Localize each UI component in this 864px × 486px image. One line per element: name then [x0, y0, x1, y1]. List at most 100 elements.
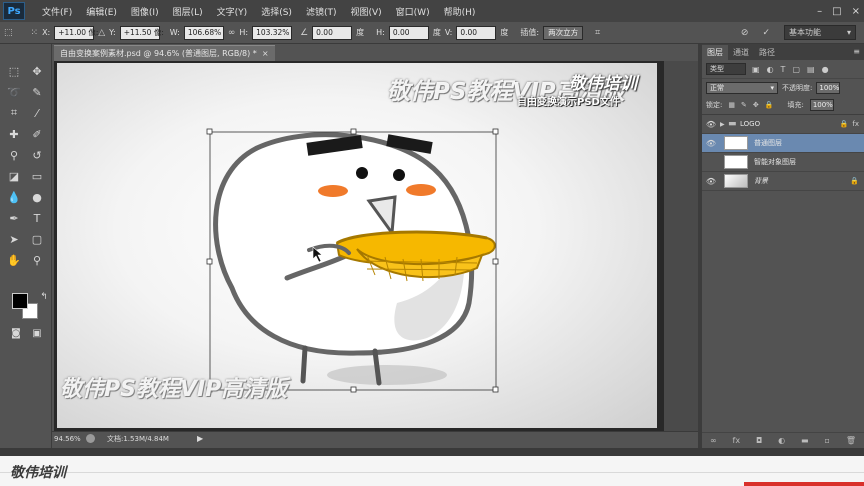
tab-channels[interactable]: 通道 — [728, 45, 754, 60]
blur-tool-icon[interactable]: 💧 — [4, 188, 24, 206]
layer-background[interactable]: 👁 背景 🔒 — [702, 172, 864, 191]
menu-filter[interactable]: 滤镜(T) — [299, 5, 344, 18]
visibility-eye-icon[interactable]: 👁 — [702, 139, 720, 148]
eyedropper-tool-icon[interactable]: ⁄ — [27, 104, 47, 122]
new-group-icon[interactable]: ▬ — [801, 436, 809, 445]
vskew-input[interactable]: 0.00 — [456, 25, 497, 40]
commit-transform-icon[interactable]: ✓ — [762, 28, 770, 38]
add-mask-icon[interactable]: ◘ — [756, 436, 762, 445]
menu-select[interactable]: 选择(S) — [254, 5, 299, 18]
foreground-color-swatch[interactable] — [12, 293, 28, 309]
link-layers-icon[interactable]: ∞ — [710, 436, 717, 445]
layers-list: 👁 ▶ ▬ LOGO 🔒 fx 👁 普通图层 □ 智能对象图层 👁 — [702, 114, 864, 191]
tab-layers[interactable]: 图层 — [702, 45, 728, 60]
width-input[interactable]: 106.68% — [183, 25, 224, 40]
hskew-input[interactable]: 0.00 — [388, 25, 429, 40]
blend-mode-select[interactable]: 正常 ▾ — [706, 81, 778, 94]
close-button[interactable]: × — [852, 6, 860, 17]
lock-icons: ▦ ✎ ✥ 🔒 — [728, 101, 773, 109]
link-icon[interactable]: ∞ — [228, 28, 236, 38]
zoom-tool-icon[interactable]: ⚲ — [27, 251, 47, 269]
document-canvas[interactable]: 敬伟PS教程VIP高清版 敬伟培训 自由变换演示PSD文件 敬伟PS教程VIP高… — [57, 63, 657, 428]
delete-layer-icon[interactable]: 🗑 — [846, 436, 856, 445]
pen-tool-icon[interactable]: ✒ — [4, 209, 24, 227]
menu-layer[interactable]: 图层(L) — [166, 5, 210, 18]
quick-mask-icon[interactable]: ◙ — [6, 324, 26, 342]
cancel-transform-icon[interactable]: ⊘ — [741, 28, 749, 38]
expand-arrow-icon[interactable]: ▶ — [720, 121, 728, 128]
swap-colors-icon[interactable]: ↰ — [34, 288, 54, 306]
filter-smart-icon[interactable]: ▤ — [807, 65, 815, 74]
workspace-select[interactable]: 基本功能 ▾ — [784, 25, 856, 40]
lock-position-icon[interactable]: ✥ — [753, 101, 759, 109]
menu-image[interactable]: 图像(I) — [124, 5, 166, 18]
screen-mode-icon[interactable]: ▣ — [27, 324, 47, 342]
opacity-input[interactable]: 100% — [816, 81, 841, 94]
close-icon[interactable]: × — [262, 49, 269, 58]
fx-icon[interactable]: fx — [733, 436, 741, 445]
menu-file[interactable]: 文件(F) — [35, 5, 79, 18]
maximize-button[interactable]: □ — [832, 6, 841, 17]
layer-logo-group[interactable]: 👁 ▶ ▬ LOGO 🔒 fx — [702, 115, 864, 134]
menu-help[interactable]: 帮助(H) — [437, 5, 483, 18]
filter-toggle-icon[interactable]: ● — [822, 65, 829, 74]
filter-shape-icon[interactable]: ▢ — [792, 65, 800, 74]
marquee-tool-icon[interactable]: ⬚ — [4, 62, 24, 80]
lock-all-icon[interactable]: 🔒 — [765, 101, 774, 109]
relative-position-icon[interactable]: △ — [98, 28, 105, 38]
tab-paths[interactable]: 路径 — [754, 45, 780, 60]
panel-menu-icon[interactable]: ≡ — [853, 47, 860, 56]
angle-input[interactable]: 0.00 — [312, 25, 353, 40]
visibility-eye-icon[interactable]: 👁 — [702, 177, 720, 186]
gradient-tool-icon[interactable]: ▭ — [27, 167, 47, 185]
layer-smart-object[interactable]: □ 智能对象图层 — [702, 153, 864, 172]
clone-stamp-tool-icon[interactable]: ⚲ — [4, 146, 24, 164]
layer-normal[interactable]: 👁 普通图层 — [702, 134, 864, 153]
menu-type[interactable]: 文字(Y) — [210, 5, 255, 18]
interpolation-select[interactable]: 两次立方 — [543, 25, 584, 40]
fx-icon[interactable]: fx — [852, 120, 859, 128]
shape-tool-icon[interactable]: ▢ — [27, 230, 47, 248]
menu-view[interactable]: 视图(V) — [343, 5, 388, 18]
healing-brush-tool-icon[interactable]: ✚ — [4, 125, 24, 143]
height-input[interactable]: 103.32% — [252, 25, 293, 40]
type-tool-icon[interactable]: T — [27, 209, 47, 227]
photoshop-logo: Ps — [3, 2, 25, 20]
move-tool-icon[interactable]: ✥ — [27, 62, 47, 80]
visibility-eye-icon[interactable]: 👁 — [702, 120, 720, 129]
filter-pixel-icon[interactable]: ▣ — [752, 65, 760, 74]
lasso-tool-icon[interactable]: ➰ — [4, 83, 24, 101]
lock-pixels-icon[interactable]: ✎ — [741, 101, 747, 109]
adjustment-layer-icon[interactable]: ◐ — [778, 436, 785, 445]
menu-edit[interactable]: 编辑(E) — [79, 5, 124, 18]
path-select-tool-icon[interactable]: ➤ — [4, 230, 24, 248]
dodge-tool-icon[interactable]: ● — [27, 188, 47, 206]
filter-type-icon[interactable]: T — [781, 65, 786, 74]
status-menu-arrow-icon[interactable]: ▶ — [197, 434, 203, 443]
document-tab[interactable]: 自由变换案例素材.psd @ 94.6% (普通图层, RGB/8) * × — [54, 45, 275, 61]
visibility-eye-icon[interactable]: □ — [702, 158, 720, 167]
eraser-tool-icon[interactable]: ◪ — [4, 167, 24, 185]
new-layer-icon[interactable]: ▫ — [825, 436, 830, 445]
filter-icons: ▣ ◐ T ▢ ▤ ● — [752, 65, 829, 74]
reference-point-icon[interactable]: ⁙ — [31, 28, 39, 38]
history-brush-tool-icon[interactable]: ↺ — [27, 146, 47, 164]
menu-window[interactable]: 窗口(W) — [389, 5, 437, 18]
layers-panel-footer: ∞ fx ◘ ◐ ▬ ▫ 🗑 — [702, 432, 864, 448]
crop-tool-icon[interactable]: ⌗ — [4, 104, 24, 122]
layer-name: 普通图层 — [754, 139, 782, 147]
status-info-icon[interactable] — [86, 434, 95, 443]
filter-adjust-icon[interactable]: ◐ — [767, 65, 774, 74]
y-input[interactable]: +11.50 像: — [119, 25, 164, 40]
quick-select-tool-icon[interactable]: ✎ — [27, 83, 47, 101]
filter-kind-select[interactable]: 类型 — [706, 63, 746, 75]
x-input[interactable]: +11.00 像: — [54, 25, 98, 40]
brush-tool-icon[interactable]: ✐ — [27, 125, 47, 143]
tools-panel: ⬚ ✥ ➰ ✎ ⌗ ⁄ ✚ ✐ ⚲ ↺ ◪ ▭ 💧 ● ✒ T ➤ ▢ ✋ ⚲ … — [0, 44, 52, 448]
minimize-button[interactable]: – — [817, 6, 822, 17]
zoom-level[interactable]: 94.56% — [52, 435, 86, 443]
warp-mode-icon[interactable]: ⌗ — [595, 28, 600, 38]
fill-input[interactable]: 100% — [809, 99, 834, 111]
lock-transparency-icon[interactable]: ▦ — [728, 101, 735, 109]
hand-tool-icon[interactable]: ✋ — [4, 251, 24, 269]
